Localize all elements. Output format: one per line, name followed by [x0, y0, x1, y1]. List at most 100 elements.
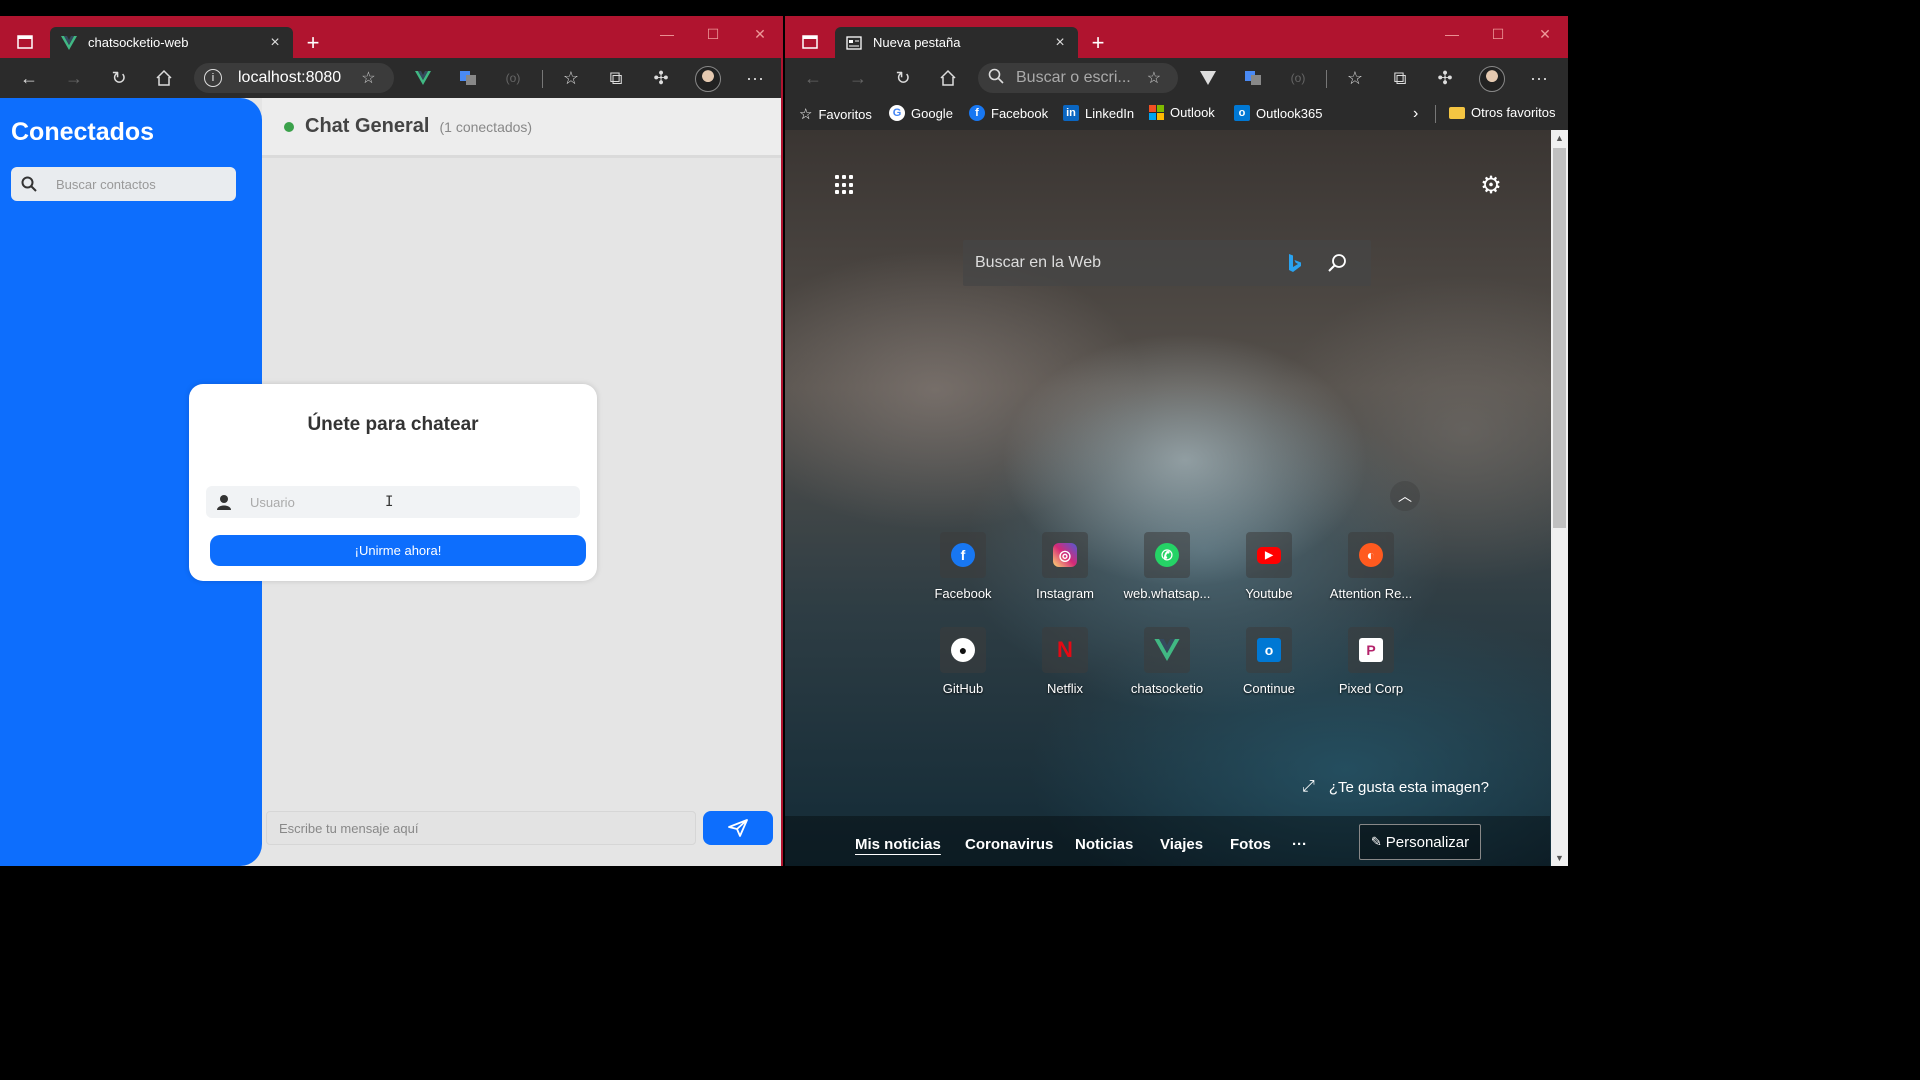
tab-fotos[interactable]: Fotos	[1230, 836, 1271, 853]
translate-icon	[1245, 71, 1261, 85]
favorites-button[interactable]: ☆	[556, 64, 586, 92]
collections-button[interactable]: ⧉	[1385, 64, 1415, 92]
extension-button[interactable]: (o)	[498, 64, 528, 92]
back-button[interactable]: ←	[798, 64, 828, 92]
favorite-linkedin[interactable]: in LinkedIn	[1063, 105, 1134, 121]
web-search-box[interactable]: Buscar en la Web	[963, 240, 1371, 286]
tab-coronavirus[interactable]: Coronavirus	[965, 836, 1053, 853]
settings-more-button[interactable]: ···	[1524, 64, 1554, 92]
forward-button[interactable]: →	[843, 64, 873, 92]
scrollbar-thumb[interactable]	[1553, 148, 1566, 528]
favorites-button[interactable]: ☆	[1340, 64, 1370, 92]
send-button[interactable]	[703, 811, 773, 845]
instagram-icon: ◎	[1053, 543, 1077, 567]
favorites-star-icon: ☆	[562, 67, 580, 88]
scroll-up-icon[interactable]: ▲	[1551, 130, 1568, 146]
translate-extension[interactable]	[453, 64, 483, 92]
more-icon: ···	[1530, 67, 1548, 88]
tab-actions-button[interactable]	[795, 28, 825, 56]
refresh-button[interactable]: ↻	[104, 64, 134, 92]
profile-avatar[interactable]	[1479, 66, 1505, 92]
extensions-button[interactable]: ✣	[1430, 64, 1460, 92]
vue-devtools-extension[interactable]	[408, 64, 438, 92]
tab-mis-noticias[interactable]: Mis noticias	[855, 836, 941, 853]
youtube-icon: ▶	[1257, 546, 1281, 564]
more-favorites-chevron[interactable]: ›	[1413, 105, 1418, 123]
tab-title: chatsocketio-web	[88, 35, 189, 50]
join-now-button[interactable]: ¡Unirme ahora!	[210, 535, 586, 566]
new-tab-button[interactable]: +	[1085, 30, 1111, 56]
close-window-button[interactable]: ✕	[745, 26, 775, 46]
page-settings-button[interactable]: ⚙	[1478, 172, 1504, 199]
search-icon[interactable]	[1323, 249, 1351, 277]
scroll-down-icon[interactable]: ▼	[1551, 850, 1568, 866]
new-tab-button[interactable]: +	[300, 30, 326, 56]
favorites-item[interactable]: ☆ Favoritos	[799, 105, 872, 123]
tab-actions-button[interactable]	[10, 28, 40, 56]
like-image-prompt[interactable]: ⤢ ¿Te gusta esta imagen?	[1302, 778, 1489, 796]
quick-link-tile[interactable]: P Pixed Corp	[1326, 627, 1416, 696]
address-bar[interactable]: Buscar o escri... ☆	[978, 63, 1178, 93]
extensions-button[interactable]: ✣	[646, 64, 676, 92]
home-button[interactable]	[149, 64, 179, 92]
collections-icon: ⧉	[609, 67, 623, 88]
quick-link-tile[interactable]: ◐ Attention Re...	[1326, 532, 1416, 601]
quick-link-tile[interactable]: f Facebook	[918, 532, 1008, 601]
add-favorite-icon[interactable]: ☆	[361, 68, 375, 88]
profile-avatar[interactable]	[695, 66, 721, 92]
text-cursor-icon: I	[385, 494, 394, 510]
close-window-button[interactable]: ✕	[1530, 26, 1560, 46]
quick-link-tile[interactable]: ▶ Youtube	[1224, 532, 1314, 601]
collections-button[interactable]: ⧉	[601, 64, 631, 92]
personalize-label: Personalizar	[1385, 833, 1470, 851]
maximize-button[interactable]: ☐	[1483, 26, 1513, 46]
app-launcher-icon[interactable]	[835, 175, 855, 195]
arrow-left-icon: ←	[20, 67, 38, 88]
add-favorite-icon[interactable]: ☆	[1147, 68, 1161, 88]
favorite-outlook365[interactable]: o Outlook365	[1234, 105, 1323, 121]
active-tab[interactable]: chatsocketio-web ×	[50, 27, 293, 58]
back-button[interactable]: ←	[14, 64, 44, 92]
quick-link-tile[interactable]: ● GitHub	[918, 627, 1008, 696]
translate-extension[interactable]	[1238, 64, 1268, 92]
personalize-button[interactable]: ✎ Personalizar	[1359, 824, 1481, 860]
github-icon: ●	[951, 638, 975, 662]
quick-link-tile[interactable]: ◎ Instagram	[1020, 532, 1110, 601]
tab-viajes[interactable]: Viajes	[1160, 836, 1203, 853]
vertical-scrollbar[interactable]: ▲ ▼	[1551, 130, 1568, 866]
other-favorites[interactable]: Otros favoritos	[1449, 105, 1556, 120]
tab-close-button[interactable]: ×	[1052, 34, 1068, 52]
modal-title: Únete para chatear	[307, 414, 479, 435]
quick-link-tile[interactable]: N Netflix	[1020, 627, 1110, 696]
maximize-button[interactable]: ☐	[698, 26, 728, 46]
settings-more-button[interactable]: ···	[740, 64, 770, 92]
collapse-chevron-up-icon[interactable]: ︿	[1390, 481, 1420, 511]
quick-link-tile[interactable]: ✆ web.whatsap...	[1122, 532, 1212, 601]
quick-link-tile[interactable]: chatsocketio	[1122, 627, 1212, 696]
home-button[interactable]	[933, 64, 963, 92]
favorite-google[interactable]: G Google	[889, 105, 953, 121]
favorite-facebook[interactable]: f Facebook	[969, 105, 1048, 121]
minimize-button[interactable]: —	[1437, 26, 1467, 46]
tab-close-button[interactable]: ×	[267, 34, 283, 52]
contact-search-input[interactable]: Buscar contactos	[11, 167, 236, 201]
tab-noticias[interactable]: Noticias	[1075, 836, 1133, 853]
vue-devtools-extension[interactable]	[1193, 64, 1223, 92]
new-tab-page: ⚙ Buscar en la Web ︿ f Facebook ◎ Instag…	[785, 130, 1568, 866]
extension-button[interactable]: (o)	[1283, 64, 1313, 92]
expand-icon: ⤢	[1302, 778, 1315, 795]
forward-button[interactable]: →	[59, 64, 89, 92]
minimize-button[interactable]: —	[652, 26, 682, 46]
tile-label: GitHub	[942, 681, 984, 696]
home-icon	[156, 69, 172, 86]
bing-icon[interactable]	[1281, 249, 1309, 277]
tab-actions-icon	[802, 35, 818, 49]
quick-link-tile[interactable]: o Continue	[1224, 627, 1314, 696]
user-icon	[206, 494, 242, 510]
more-news-tabs-button[interactable]: ···	[1292, 836, 1307, 853]
active-tab[interactable]: Nueva pestaña ×	[835, 27, 1078, 58]
message-input[interactable]: Escribe tu mensaje aquí	[266, 811, 696, 845]
refresh-button[interactable]: ↻	[888, 64, 918, 92]
address-bar[interactable]: i localhost:8080 ☆	[194, 63, 394, 93]
favorite-outlook[interactable]: Outlook	[1149, 105, 1215, 120]
